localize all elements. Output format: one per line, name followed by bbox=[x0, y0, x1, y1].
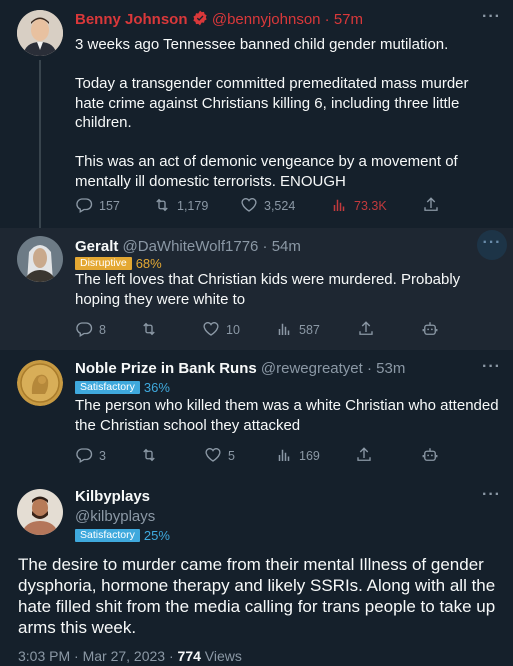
tweet-actions: 3 5 169 bbox=[75, 446, 453, 466]
rating-badge: Satisfactory 36% bbox=[75, 379, 170, 397]
reply-icon bbox=[75, 320, 93, 341]
display-name[interactable]: Noble Prize in Bank Runs bbox=[75, 360, 257, 377]
handle[interactable]: @DaWhiteWolf1776 bbox=[123, 238, 259, 255]
more-icon[interactable]: ··· bbox=[477, 230, 507, 260]
handle[interactable]: @bennyjohnson bbox=[212, 11, 321, 28]
heart-icon bbox=[204, 446, 222, 467]
tweet-rewegreatyet[interactable]: Noble Prize in Bank Runs @rewegreatyet ·… bbox=[0, 350, 513, 478]
avatar[interactable] bbox=[17, 489, 63, 535]
avatar[interactable] bbox=[17, 360, 63, 406]
more-icon[interactable]: ··· bbox=[482, 486, 501, 504]
bot-button[interactable] bbox=[421, 320, 439, 340]
retweet-icon bbox=[140, 320, 158, 341]
share-icon bbox=[422, 196, 440, 217]
timestamp[interactable]: 54m bbox=[272, 238, 301, 255]
like-button[interactable]: 3,524 bbox=[240, 196, 295, 216]
display-name[interactable]: Kilbyplays bbox=[75, 488, 170, 505]
tweet-geralt[interactable]: Geralt @DaWhiteWolf1776 · 54m ··· Disrup… bbox=[0, 228, 513, 350]
views-button[interactable]: 587 bbox=[275, 320, 320, 340]
like-button[interactable]: 5 bbox=[204, 446, 235, 466]
heart-icon bbox=[202, 320, 220, 341]
share-button[interactable] bbox=[422, 196, 440, 216]
share-button[interactable] bbox=[355, 446, 373, 466]
tweet-text: 3 weeks ago Tennessee banned child gende… bbox=[75, 36, 469, 190]
tweet-meta: 3:03 PM · Mar 27, 2023 · 774 Views bbox=[18, 648, 242, 664]
share-icon bbox=[355, 446, 373, 467]
status-badge: Satisfactory bbox=[75, 529, 140, 543]
tweet-header: Noble Prize in Bank Runs @rewegreatyet ·… bbox=[75, 360, 406, 377]
analytics-icon bbox=[330, 196, 348, 217]
reply-button[interactable]: 3 bbox=[75, 446, 106, 466]
avatar[interactable] bbox=[17, 10, 63, 56]
view-count: 774 bbox=[177, 648, 201, 664]
views-button[interactable]: 169 bbox=[275, 446, 320, 466]
verified-badge-icon bbox=[192, 10, 208, 30]
bot-button[interactable] bbox=[421, 446, 439, 466]
display-name[interactable]: Geralt bbox=[75, 238, 118, 255]
handle[interactable]: @kilbyplays bbox=[75, 508, 170, 525]
more-icon[interactable]: ··· bbox=[482, 358, 501, 376]
share-icon bbox=[357, 320, 375, 341]
reply-button[interactable]: 8 bbox=[75, 320, 106, 340]
views-button[interactable]: 73.3K bbox=[330, 196, 387, 216]
retweet-icon bbox=[140, 446, 158, 467]
avatar[interactable] bbox=[17, 236, 63, 282]
thread-line bbox=[39, 60, 41, 228]
retweet-button[interactable]: 1,179 bbox=[153, 196, 208, 216]
timestamp[interactable]: 53m bbox=[376, 360, 405, 377]
retweet-button[interactable] bbox=[140, 320, 158, 340]
like-button[interactable]: 10 bbox=[202, 320, 240, 340]
reply-icon bbox=[75, 196, 93, 217]
handle[interactable]: @rewegreatyet bbox=[261, 360, 363, 377]
display-name[interactable]: Benny Johnson bbox=[75, 11, 188, 28]
analytics-icon bbox=[275, 320, 293, 341]
robot-icon bbox=[421, 446, 439, 467]
status-badge: Disruptive bbox=[75, 257, 132, 271]
badge-percent: 25% bbox=[143, 528, 170, 544]
timestamp[interactable]: 3:03 PM · Mar 27, 2023 · bbox=[18, 648, 178, 664]
tweet-bennyjohnson[interactable]: Benny Johnson @bennyjohnson · 57m ··· 3 … bbox=[0, 0, 513, 228]
tweet-header: Benny Johnson @bennyjohnson · 57m bbox=[75, 10, 364, 30]
tweet-header: Kilbyplays @kilbyplays Satisfactory 25% bbox=[75, 488, 170, 545]
reply-icon bbox=[75, 446, 93, 467]
more-icon[interactable]: ··· bbox=[482, 8, 501, 26]
share-button[interactable] bbox=[357, 320, 375, 340]
tweet-header: Geralt @DaWhiteWolf1776 · 54m bbox=[75, 238, 301, 255]
tweet-text: The left loves that Christian kids were … bbox=[75, 271, 465, 308]
timestamp[interactable]: 57m bbox=[334, 11, 363, 28]
retweet-icon bbox=[153, 196, 171, 217]
badge-percent: 36% bbox=[143, 380, 170, 396]
tweet-actions: 8 10 587 bbox=[75, 320, 453, 340]
status-badge: Satisfactory bbox=[75, 381, 140, 395]
retweet-button[interactable] bbox=[140, 446, 158, 466]
tweet-text: The desire to murder came from their men… bbox=[18, 555, 496, 637]
reply-button[interactable]: 157 bbox=[75, 196, 120, 216]
rating-badge: Satisfactory 25% bbox=[75, 527, 170, 545]
analytics-icon bbox=[275, 446, 293, 467]
tweet-kilbyplays[interactable]: Kilbyplays @kilbyplays Satisfactory 25% ·… bbox=[0, 478, 513, 666]
tweet-actions: 157 1,179 3,524 73.3K bbox=[75, 196, 453, 216]
tweet-text: The person who killed them was a white C… bbox=[75, 397, 503, 434]
robot-icon bbox=[421, 320, 439, 341]
heart-icon bbox=[240, 196, 258, 217]
